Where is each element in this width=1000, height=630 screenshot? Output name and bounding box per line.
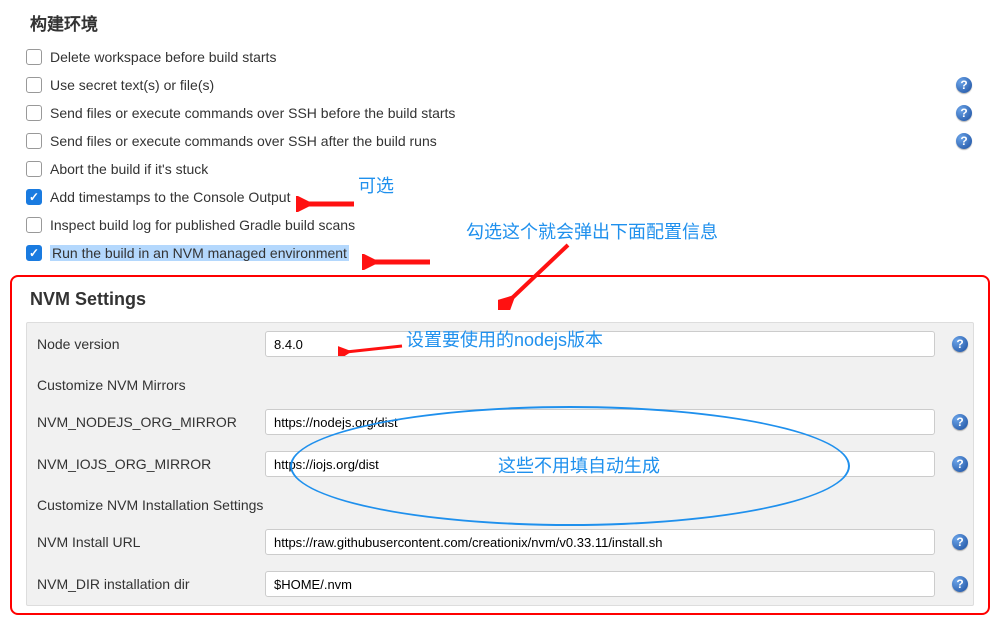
nvm-settings-panel: NVM Settings Node version Customize NVM … xyxy=(10,275,990,615)
option-ssh-before[interactable]: Send files or execute commands over SSH … xyxy=(26,99,974,127)
help-icon[interactable] xyxy=(956,77,972,93)
install-url-input[interactable] xyxy=(265,529,935,555)
row-customize-install: Customize NVM Installation Settings xyxy=(27,485,973,521)
row-nvm-dir: NVM_DIR installation dir xyxy=(27,563,973,605)
field-label: Customize NVM Installation Settings xyxy=(37,497,263,513)
row-install-url: NVM Install URL xyxy=(27,521,973,563)
checkbox-icon[interactable] xyxy=(26,189,42,205)
field-label: Node version xyxy=(37,336,265,352)
option-abort-stuck[interactable]: Abort the build if it's stuck xyxy=(26,155,974,183)
nvm-settings-title: NVM Settings xyxy=(26,289,974,310)
option-label: Send files or execute commands over SSH … xyxy=(50,133,437,149)
option-label: Run the build in an NVM managed environm… xyxy=(50,245,349,261)
help-icon[interactable] xyxy=(952,534,968,550)
help-icon[interactable] xyxy=(952,456,968,472)
option-label: Delete workspace before build starts xyxy=(50,49,276,65)
checkbox-icon[interactable] xyxy=(26,161,42,177)
row-customize-mirrors: Customize NVM Mirrors xyxy=(27,365,973,401)
checkbox-icon[interactable] xyxy=(26,49,42,65)
section-title: 构建环境 xyxy=(0,0,1000,43)
help-icon[interactable] xyxy=(956,133,972,149)
help-icon[interactable] xyxy=(952,336,968,352)
field-label: NVM_DIR installation dir xyxy=(37,576,265,592)
checkbox-icon[interactable] xyxy=(26,105,42,121)
option-label: Abort the build if it's stuck xyxy=(50,161,208,177)
field-label: NVM Install URL xyxy=(37,534,265,550)
checkbox-icon[interactable] xyxy=(26,133,42,149)
option-secret-text[interactable]: Use secret text(s) or file(s) xyxy=(26,71,974,99)
option-label: Use secret text(s) or file(s) xyxy=(50,77,214,93)
option-timestamps[interactable]: Add timestamps to the Console Output xyxy=(26,183,974,211)
row-nodejs-mirror: NVM_NODEJS_ORG_MIRROR xyxy=(27,401,973,443)
help-icon[interactable] xyxy=(952,414,968,430)
row-iojs-mirror: NVM_IOJS_ORG_MIRROR xyxy=(27,443,973,485)
option-label: Inspect build log for published Gradle b… xyxy=(50,217,355,233)
option-delete-workspace[interactable]: Delete workspace before build starts xyxy=(26,43,974,71)
option-label: Add timestamps to the Console Output xyxy=(50,189,290,205)
checkbox-icon[interactable] xyxy=(26,217,42,233)
build-environment-options: Delete workspace before build starts Use… xyxy=(0,43,1000,267)
option-label: Send files or execute commands over SSH … xyxy=(50,105,455,121)
node-version-input[interactable] xyxy=(265,331,935,357)
nvm-form: Node version Customize NVM Mirrors NVM_N… xyxy=(26,322,974,606)
nodejs-mirror-input[interactable] xyxy=(265,409,935,435)
field-label: Customize NVM Mirrors xyxy=(37,377,186,393)
iojs-mirror-input[interactable] xyxy=(265,451,935,477)
help-icon[interactable] xyxy=(952,576,968,592)
field-label: NVM_IOJS_ORG_MIRROR xyxy=(37,456,265,472)
option-nvm-managed[interactable]: Run the build in an NVM managed environm… xyxy=(26,239,974,267)
row-node-version: Node version xyxy=(27,323,973,365)
nvm-dir-input[interactable] xyxy=(265,571,935,597)
option-ssh-after[interactable]: Send files or execute commands over SSH … xyxy=(26,127,974,155)
help-icon[interactable] xyxy=(956,105,972,121)
checkbox-icon[interactable] xyxy=(26,245,42,261)
field-label: NVM_NODEJS_ORG_MIRROR xyxy=(37,414,265,430)
option-gradle-scans[interactable]: Inspect build log for published Gradle b… xyxy=(26,211,974,239)
checkbox-icon[interactable] xyxy=(26,77,42,93)
